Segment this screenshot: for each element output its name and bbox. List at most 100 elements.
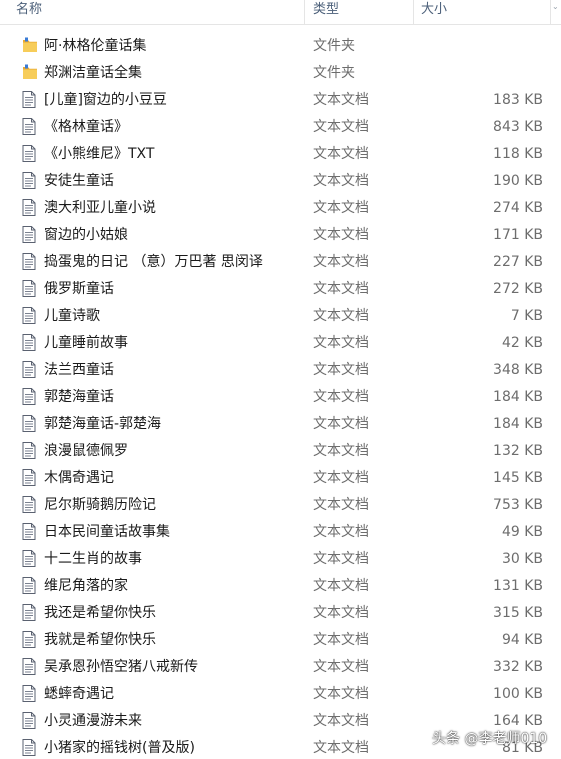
file-row[interactable]: 澳大利亚儿童小说 文本文档 274 KB xyxy=(0,195,561,222)
file-type: 文本文档 xyxy=(313,443,369,459)
file-size: 274 KB xyxy=(493,200,543,216)
file-name[interactable]: 捣蛋鬼的日记 （意）万巴著 思闵译 xyxy=(44,249,263,276)
file-type: 文本文档 xyxy=(313,173,369,189)
text-file-icon xyxy=(22,496,36,513)
file-size: 272 KB xyxy=(493,281,543,297)
file-name[interactable]: 蟋蟀奇遇记 xyxy=(44,681,114,708)
file-row[interactable]: 木偶奇遇记 文本文档 145 KB xyxy=(0,465,561,492)
file-name[interactable]: 尼尔斯骑鹅历险记 xyxy=(44,492,156,519)
file-name[interactable]: 阿·林格伦童话集 xyxy=(44,33,146,60)
file-row[interactable]: 俄罗斯童话 文本文档 272 KB xyxy=(0,276,561,303)
file-name[interactable]: 郑渊洁童话全集 xyxy=(44,60,142,87)
file-size: 42 KB xyxy=(501,335,543,351)
file-type: 文本文档 xyxy=(313,578,369,594)
file-type: 文件夹 xyxy=(313,38,355,54)
file-row[interactable]: 安徒生童话 文本文档 190 KB xyxy=(0,168,561,195)
file-row[interactable]: 十二生肖的故事 文本文档 30 KB xyxy=(0,546,561,573)
file-row[interactable]: 郭楚海童话-郭楚海 文本文档 184 KB xyxy=(0,411,561,438)
file-name[interactable]: 木偶奇遇记 xyxy=(44,465,114,492)
file-type: 文本文档 xyxy=(313,119,369,135)
file-name[interactable]: 郭楚海童话-郭楚海 xyxy=(44,411,161,438)
file-name[interactable]: 儿童睡前故事 xyxy=(44,330,128,357)
text-file-icon xyxy=(22,307,36,324)
file-size: 49 KB xyxy=(501,524,543,540)
file-row[interactable]: 日本民间童话故事集 文本文档 49 KB xyxy=(0,519,561,546)
text-file-icon xyxy=(22,91,36,108)
file-name[interactable]: 《小熊维尼》TXT xyxy=(44,141,154,168)
file-size: 753 KB xyxy=(493,497,543,513)
file-size: 131 KB xyxy=(493,578,543,594)
file-type: 文本文档 xyxy=(313,740,369,756)
file-row[interactable]: 阿·林格伦童话集 文件夹 xyxy=(0,33,561,60)
file-name[interactable]: 日本民间童话故事集 xyxy=(44,519,170,546)
file-name[interactable]: 俄罗斯童话 xyxy=(44,276,114,303)
file-type: 文本文档 xyxy=(313,308,369,324)
text-file-icon xyxy=(22,712,36,729)
column-header-name[interactable]: 名称 xyxy=(16,0,304,24)
file-type: 文件夹 xyxy=(313,65,355,81)
column-divider[interactable] xyxy=(413,0,414,24)
file-row[interactable]: 捣蛋鬼的日记 （意）万巴著 思闵译 文本文档 227 KB xyxy=(0,249,561,276)
file-row[interactable]: 《小熊维尼》TXT 文本文档 118 KB xyxy=(0,141,561,168)
file-row[interactable]: 我就是希望你快乐 文本文档 94 KB xyxy=(0,627,561,654)
file-row[interactable]: 儿童诗歌 文本文档 7 KB xyxy=(0,303,561,330)
file-row[interactable]: [儿童]窗边的小豆豆 文本文档 183 KB xyxy=(0,87,561,114)
text-file-icon xyxy=(22,469,36,486)
file-row[interactable]: 尼尔斯骑鹅历险记 文本文档 753 KB xyxy=(0,492,561,519)
file-type: 文本文档 xyxy=(313,416,369,432)
file-name[interactable]: 小猪家的摇钱树(普及版) xyxy=(44,735,195,759)
folder-icon xyxy=(22,37,37,54)
file-name[interactable]: 我就是希望你快乐 xyxy=(44,627,156,654)
file-row[interactable]: 郑渊洁童话全集 文件夹 xyxy=(0,60,561,87)
column-divider[interactable] xyxy=(304,0,305,24)
text-file-icon xyxy=(22,280,36,297)
file-name[interactable]: 《格林童话》 xyxy=(44,114,128,141)
file-row[interactable]: 蟋蟀奇遇记 文本文档 100 KB xyxy=(0,681,561,708)
file-row[interactable]: 浪漫鼠德佩罗 文本文档 132 KB xyxy=(0,438,561,465)
file-name[interactable]: 浪漫鼠德佩罗 xyxy=(44,438,128,465)
file-row[interactable]: 我还是希望你快乐 文本文档 315 KB xyxy=(0,600,561,627)
file-size: 100 KB xyxy=(493,686,543,702)
text-file-icon xyxy=(22,577,36,594)
file-name[interactable]: 郭楚海童话 xyxy=(44,384,114,411)
column-header-size[interactable]: 大小 xyxy=(421,0,551,24)
file-row[interactable]: 《格林童话》 文本文档 843 KB xyxy=(0,114,561,141)
file-name[interactable]: 维尼角落的家 xyxy=(44,573,128,600)
file-name[interactable]: 小灵通漫游未来 xyxy=(44,708,142,735)
file-name[interactable]: 十二生肖的故事 xyxy=(44,546,142,573)
file-name[interactable]: 安徒生童话 xyxy=(44,168,114,195)
file-list: 阿·林格伦童话集 文件夹 郑渊洁童话全集 文件夹 [儿童]窗边的小豆豆 文本文档 183 K… xyxy=(0,33,561,759)
text-file-icon xyxy=(22,334,36,351)
file-row[interactable]: 窗边的小姑娘 文本文档 171 KB xyxy=(0,222,561,249)
file-size: 145 KB xyxy=(493,470,543,486)
file-size: 348 KB xyxy=(493,362,543,378)
file-name[interactable]: 窗边的小姑娘 xyxy=(44,222,128,249)
text-file-icon xyxy=(22,226,36,243)
file-size: 132 KB xyxy=(493,443,543,459)
file-name[interactable]: [儿童]窗边的小豆豆 xyxy=(44,87,167,114)
file-type: 文本文档 xyxy=(313,92,369,108)
text-file-icon xyxy=(22,739,36,756)
file-type: 文本文档 xyxy=(313,551,369,567)
text-file-icon xyxy=(22,118,36,135)
file-type: 文本文档 xyxy=(313,254,369,270)
file-row[interactable]: 法兰西童话 文本文档 348 KB xyxy=(0,357,561,384)
file-row[interactable]: 吴承恩孙悟空猪八戒新传 文本文档 332 KB xyxy=(0,654,561,681)
column-header-type[interactable]: 类型 xyxy=(313,0,413,24)
text-file-icon xyxy=(22,550,36,567)
file-name[interactable]: 我还是希望你快乐 xyxy=(44,600,156,627)
column-divider[interactable] xyxy=(550,0,551,24)
file-name[interactable]: 法兰西童话 xyxy=(44,357,114,384)
file-size: 171 KB xyxy=(493,227,543,243)
file-row[interactable]: 儿童睡前故事 文本文档 42 KB xyxy=(0,330,561,357)
text-file-icon xyxy=(22,199,36,216)
text-file-icon xyxy=(22,685,36,702)
file-row[interactable]: 维尼角落的家 文本文档 131 KB xyxy=(0,573,561,600)
file-name[interactable]: 儿童诗歌 xyxy=(44,303,100,330)
file-row[interactable]: 郭楚海童话 文本文档 184 KB xyxy=(0,384,561,411)
file-name[interactable]: 吴承恩孙悟空猪八戒新传 xyxy=(44,654,198,681)
file-name[interactable]: 澳大利亚儿童小说 xyxy=(44,195,156,222)
file-type: 文本文档 xyxy=(313,362,369,378)
file-type: 文本文档 xyxy=(313,470,369,486)
file-type: 文本文档 xyxy=(313,713,369,729)
